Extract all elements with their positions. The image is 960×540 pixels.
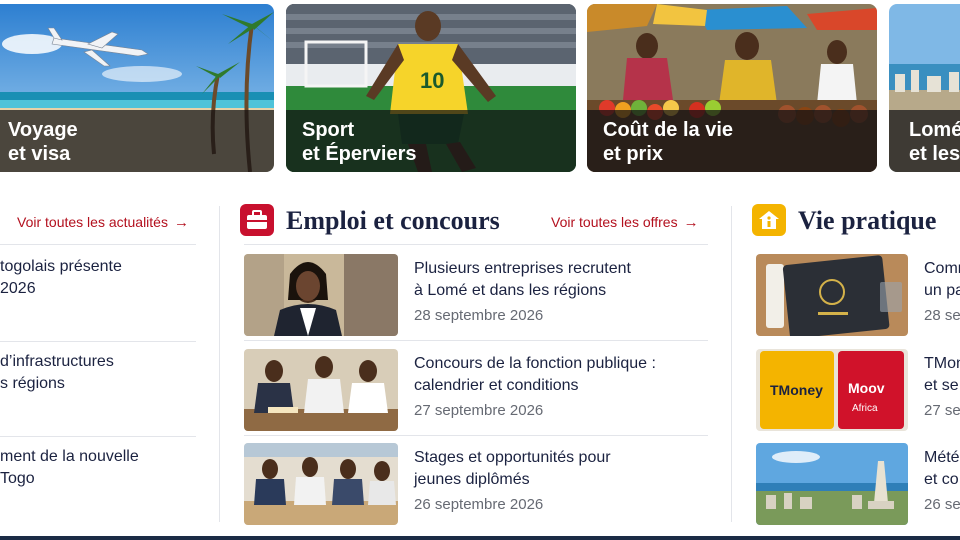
card-cost-of-living[interactable]: Coût de la vie et prix (587, 4, 877, 172)
column-divider (219, 206, 220, 522)
news-item[interactable]: d’infrastructures s régions (0, 351, 196, 395)
job-title: Concours de la fonction publique : calend… (414, 355, 656, 394)
bottom-bar (0, 536, 960, 540)
see-all-news-link[interactable]: Voir toutes les actualités → (17, 214, 189, 231)
job-thumbnail (244, 443, 398, 525)
news-section-header: Voir toutes les actualités → (0, 198, 200, 244)
arrow-right-icon: → (683, 214, 699, 231)
card-title: Coût de la vie et prix (603, 119, 734, 165)
practical-item[interactable]: Météoet co 26 se (756, 443, 960, 527)
divider (0, 341, 196, 342)
job-item[interactable]: Concours de la fonction publique : calend… (238, 349, 710, 433)
divider (0, 436, 196, 437)
card-sport[interactable]: 10 Sport et Éperviers (286, 4, 576, 172)
card-voyage[interactable]: Voyage et visa (0, 4, 274, 172)
news-item[interactable]: togolais présente 2026 (0, 256, 196, 300)
divider (244, 435, 708, 436)
card-title: Voyage et visa (8, 119, 78, 165)
jobs-column: Emploi et concours Voir toutes les offre… (238, 198, 710, 525)
jobs-section-header: Emploi et concours Voir toutes les offre… (238, 198, 710, 244)
divider (244, 340, 708, 341)
practical-title: Vie pratique (798, 206, 937, 235)
card-lome[interactable]: Lomé et les (889, 4, 960, 172)
svg-text:TMoney: TMoney (770, 382, 823, 398)
job-title: Stages et opportunités pour jeunes diplôm… (414, 449, 611, 488)
jobs-title: Emploi et concours (286, 206, 500, 235)
divider (244, 244, 708, 245)
news-column: Voir toutes les actualités → togolais pré… (0, 198, 200, 487)
lome-monument-thumbnail (756, 443, 908, 525)
card-title: Sport et Éperviers (302, 119, 417, 165)
svg-text:Moov: Moov (848, 380, 885, 396)
job-thumbnail (244, 349, 398, 431)
practical-column: Vie pratique Commun pa 28 se TMoney (752, 198, 960, 525)
job-date: 27 septembre 2026 (414, 402, 544, 419)
passport-thumbnail (756, 254, 908, 336)
briefcase-icon (240, 204, 274, 236)
job-date: 28 septembre 2026 (414, 307, 544, 324)
practical-item[interactable]: TMoney Moov Africa TMonet se 27 se (756, 349, 960, 433)
job-thumbnail (244, 254, 398, 336)
divider (0, 244, 196, 245)
job-item[interactable]: Stages et opportunités pour jeunes diplôm… (238, 443, 710, 527)
mobile-money-thumbnail: TMoney Moov Africa (756, 349, 908, 431)
card-title: Lomé et les (909, 119, 960, 165)
svg-text:10: 10 (420, 68, 444, 93)
job-item[interactable]: Plusieurs entreprises recrutent à Lomé et… (238, 254, 710, 338)
category-cards: Voyage et visa 10 Sport et Éperviers Coû… (0, 4, 960, 174)
arrow-right-icon: → (173, 214, 189, 231)
practical-section-header: Vie pratique (752, 198, 960, 244)
info-house-icon (752, 204, 786, 236)
practical-item[interactable]: Commun pa 28 se (756, 254, 960, 338)
see-all-offers-link[interactable]: Voir toutes les offres → (551, 214, 699, 231)
job-date: 26 septembre 2026 (414, 496, 544, 513)
column-divider (731, 206, 732, 522)
job-title: Plusieurs entreprises recrutent à Lomé et… (414, 260, 631, 299)
svg-text:Africa: Africa (852, 403, 878, 414)
news-item[interactable]: ment de la nouvelle Togo (0, 446, 196, 490)
